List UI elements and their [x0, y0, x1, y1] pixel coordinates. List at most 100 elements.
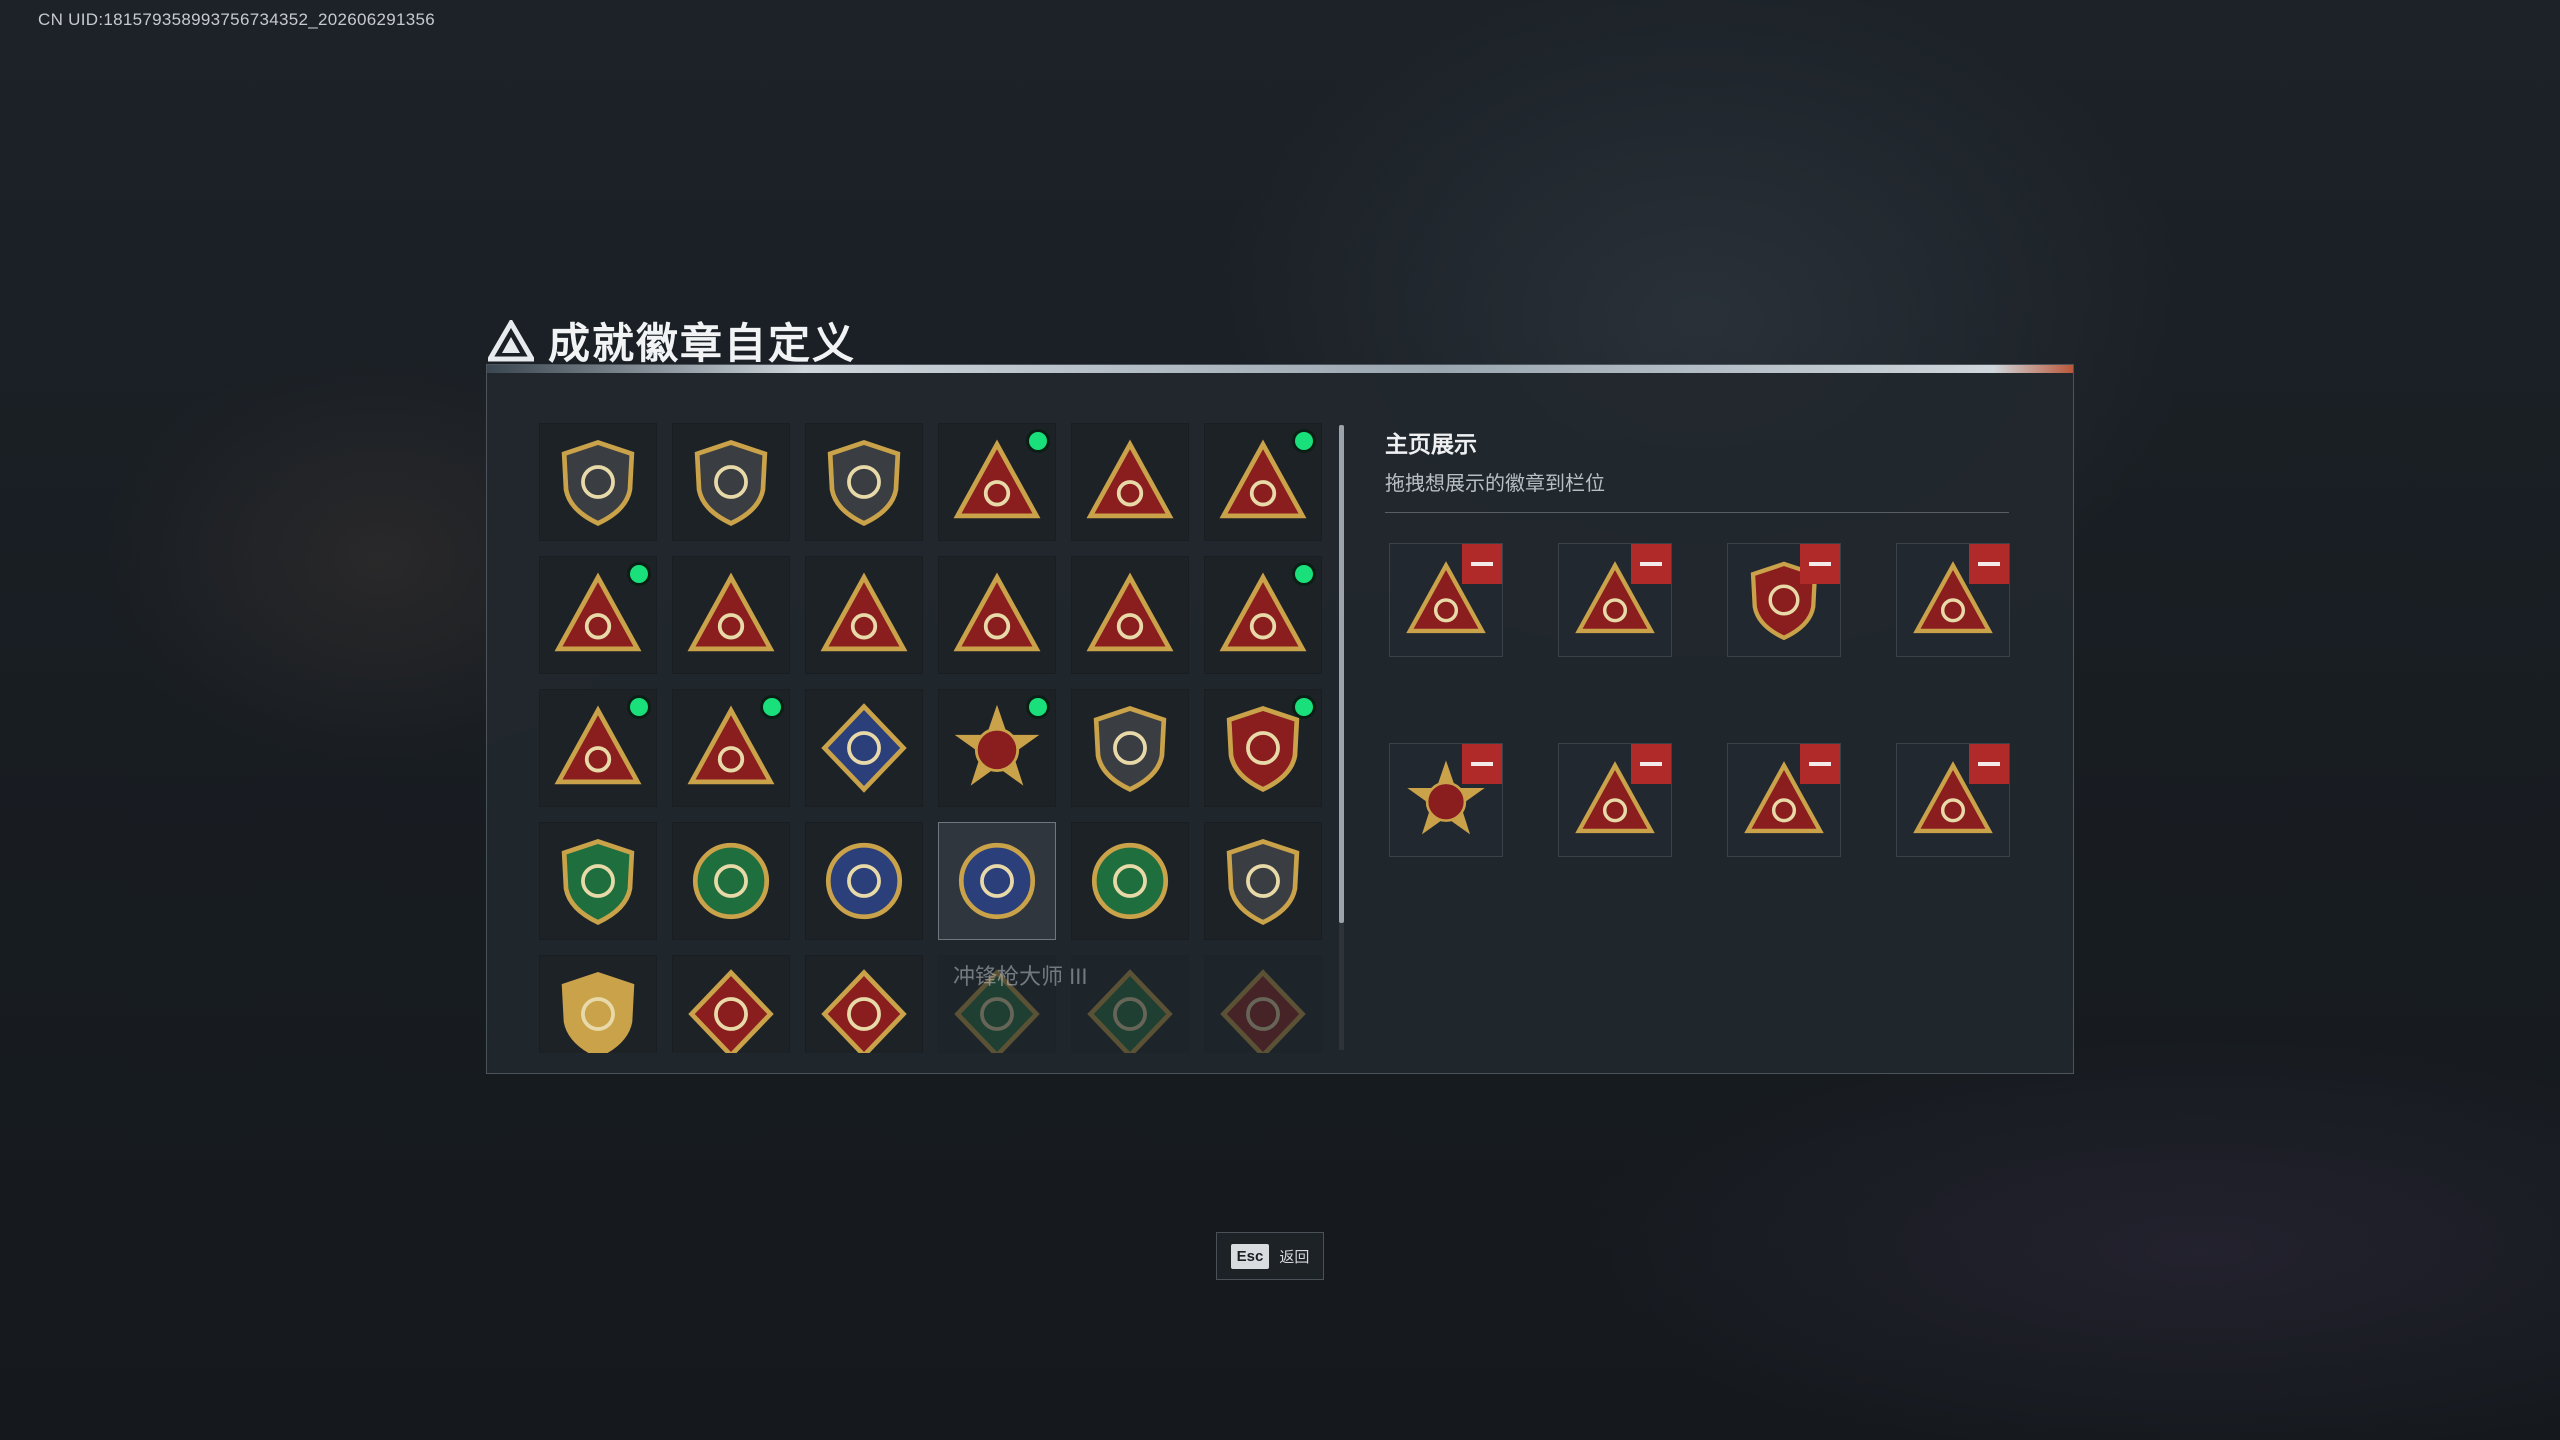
eye-icon	[953, 439, 1041, 519]
display-slot[interactable]	[1389, 743, 1503, 857]
badge-cell[interactable]	[805, 955, 923, 1053]
scrollbar-thumb[interactable]	[1339, 425, 1344, 923]
badge-cell[interactable]	[539, 955, 657, 1053]
crest-icon	[1226, 706, 1300, 792]
wolf-icon	[688, 969, 774, 1053]
new-badge-indicator	[1029, 698, 1047, 716]
display-slots	[1389, 543, 2010, 857]
display-slot[interactable]	[1558, 743, 1672, 857]
s7-icon	[1219, 439, 1307, 519]
badge-cell[interactable]	[805, 689, 923, 807]
minus-icon	[1640, 762, 1662, 766]
new-badge-indicator	[630, 565, 648, 583]
badge-cell[interactable]	[672, 822, 790, 940]
new-badge-indicator	[1295, 698, 1313, 716]
minus-icon	[1978, 762, 2000, 766]
new-badge-indicator	[763, 698, 781, 716]
jet-icon	[827, 440, 901, 526]
game-logo-icon	[488, 319, 534, 361]
minus-icon	[1640, 562, 1662, 566]
new-badge-indicator	[1295, 432, 1313, 450]
badge-cell[interactable]	[938, 423, 1056, 541]
badge-cell[interactable]	[1204, 423, 1322, 541]
badge-cell[interactable]	[1204, 822, 1322, 940]
badge-cell[interactable]	[805, 556, 923, 674]
s8-icon	[554, 572, 642, 652]
rifle-icon	[1087, 969, 1173, 1053]
homepage-display-section: 主页展示 拖拽想展示的徽章到栏位	[1385, 425, 2015, 513]
badge-cell[interactable]	[1204, 556, 1322, 674]
badge-cell[interactable]	[672, 556, 790, 674]
display-slot[interactable]	[1727, 743, 1841, 857]
remove-badge-button[interactable]	[1462, 744, 1502, 784]
remove-badge-button[interactable]	[1462, 544, 1502, 584]
flower-icon	[692, 842, 770, 920]
badge-cell[interactable]	[1071, 423, 1189, 541]
crosshair-rifle-icon	[958, 842, 1036, 920]
badge-cell[interactable]	[672, 423, 790, 541]
remove-badge-button[interactable]	[1969, 744, 2009, 784]
wolf-icon	[1220, 969, 1306, 1053]
helicopter-icon	[694, 440, 768, 526]
badge-cell[interactable]	[805, 423, 923, 541]
badge-cell[interactable]	[805, 822, 923, 940]
wreath-icon	[561, 839, 635, 925]
minus-icon	[1978, 562, 2000, 566]
panel-accent-bar	[487, 365, 2073, 373]
soldier-icon	[687, 572, 775, 652]
badge-cell[interactable]	[672, 955, 790, 1053]
remove-badge-button[interactable]	[1969, 544, 2009, 584]
badge-cell[interactable]	[1071, 955, 1189, 1053]
crosshair-rifle-icon	[1091, 842, 1169, 920]
display-slot[interactable]	[1727, 543, 1841, 657]
display-slot[interactable]	[1389, 543, 1503, 657]
badge-cell[interactable]	[539, 423, 657, 541]
badge-cell[interactable]	[672, 689, 790, 807]
new-badge-indicator	[1295, 565, 1313, 583]
wolf-icon	[821, 969, 907, 1053]
back-label: 返回	[1279, 1248, 1310, 1266]
rocket-icon	[687, 705, 775, 785]
new-badge-indicator	[630, 698, 648, 716]
badge-customization-panel: 冲锋枪大师 III 主页展示 拖拽想展示的徽章到栏位	[486, 364, 2074, 1074]
badge-cell[interactable]	[1071, 822, 1189, 940]
section-divider	[1385, 512, 2009, 513]
remove-badge-button[interactable]	[1800, 744, 1840, 784]
emblem-icon	[1093, 706, 1167, 792]
bottle-icon	[1219, 572, 1307, 652]
target-icon	[1226, 839, 1300, 925]
minus-icon	[1471, 562, 1493, 566]
badge-grid-scroll[interactable]	[539, 423, 1329, 1053]
remove-badge-button[interactable]	[1631, 544, 1671, 584]
badge-cell[interactable]	[1204, 689, 1322, 807]
homepage-display-heading: 主页展示	[1385, 431, 1477, 457]
badge-cell[interactable]	[938, 955, 1056, 1053]
display-slot[interactable]	[1558, 543, 1672, 657]
display-slot[interactable]	[1896, 743, 2010, 857]
figure-icon	[820, 572, 908, 652]
minus-icon	[1471, 762, 1493, 766]
display-slot[interactable]	[1896, 543, 2010, 657]
boat-icon	[953, 572, 1041, 652]
minus-icon	[1809, 762, 1831, 766]
remove-badge-button[interactable]	[1800, 544, 1840, 584]
badge-cell[interactable]	[539, 556, 657, 674]
badge-cell[interactable]	[938, 822, 1056, 940]
badge-cell[interactable]	[1204, 955, 1322, 1053]
badge-cell[interactable]	[539, 689, 657, 807]
cross-weapons-icon	[561, 972, 635, 1053]
back-button[interactable]: Esc 返回	[1216, 1232, 1324, 1280]
crosshair-rifle-icon	[825, 842, 903, 920]
badge-grid	[539, 423, 1329, 1053]
minus-icon	[1809, 562, 1831, 566]
squad-icon	[554, 705, 642, 785]
remove-badge-button[interactable]	[1631, 744, 1671, 784]
s4-icon	[1086, 439, 1174, 519]
uid-label: CN UID:18157935899375673435​2_2026062913…	[38, 10, 436, 29]
badge-cell[interactable]	[1071, 556, 1189, 674]
badge-cell[interactable]	[938, 689, 1056, 807]
badge-cell[interactable]	[539, 822, 657, 940]
badge-cell[interactable]	[1071, 689, 1189, 807]
badge-cell[interactable]	[938, 556, 1056, 674]
star-skull-icon	[954, 704, 1040, 786]
